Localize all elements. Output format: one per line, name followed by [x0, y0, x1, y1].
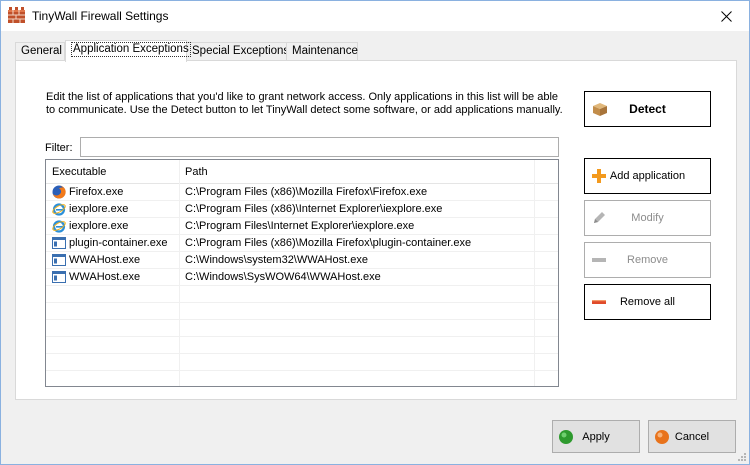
modify-button[interactable]: Modify — [584, 200, 711, 236]
column-header-path[interactable]: Path — [179, 160, 208, 184]
pencil-icon — [594, 212, 605, 223]
close-button[interactable] — [703, 1, 749, 31]
cell-path: C:\Windows\system32\WWAHost.exe — [185, 254, 368, 266]
empty-row — [46, 320, 558, 337]
executable-name: plugin-container.exe — [69, 237, 168, 249]
tab-label: Special Exceptions — [192, 45, 290, 57]
list-header: Executable Path — [46, 160, 558, 184]
tab-special-exceptions[interactable]: Special Exceptions — [186, 42, 290, 61]
empty-row — [46, 354, 558, 371]
cell-path: C:\Program Files (x86)\Mozilla Firefox\p… — [185, 237, 472, 249]
table-row[interactable]: WWAHost.exe C:\Windows\SysWOW64\WWAHost.… — [46, 269, 558, 286]
window-app-icon — [52, 271, 66, 283]
add-application-button[interactable]: Add application — [584, 158, 711, 194]
empty-row — [46, 337, 558, 354]
minus-icon — [592, 258, 606, 262]
cell-executable: iexplore.exe — [52, 201, 128, 217]
tab-maintenance[interactable]: Maintenance — [286, 42, 358, 61]
executable-name: iexplore.exe — [69, 203, 129, 215]
cell-path: C:\Program Files\Internet Explorer\iexpl… — [185, 220, 415, 232]
tab-label: Maintenance — [292, 45, 358, 57]
cell-executable: Firefox.exe — [52, 184, 123, 200]
cell-executable: iexplore.exe — [52, 218, 128, 234]
plus-icon — [592, 169, 606, 183]
executable-name: iexplore.exe — [69, 220, 129, 232]
cell-path: C:\Program Files (x86)\Mozilla Firefox\F… — [185, 186, 428, 198]
detect-label: Detect — [629, 102, 666, 116]
empty-row — [46, 303, 558, 320]
firewall-brick-icon — [8, 7, 25, 23]
internet-explorer-icon — [52, 220, 66, 233]
cell-path: C:\Windows\SysWOW64\WWAHost.exe — [185, 271, 381, 283]
window-app-icon — [52, 237, 66, 249]
tab-application-exceptions[interactable]: Application Exceptions — [65, 40, 191, 62]
box-package-icon — [593, 103, 607, 116]
remove-all-label: Remove all — [619, 296, 676, 308]
cancel-label: Cancel — [674, 430, 710, 443]
filter-label: Filter: — [45, 142, 73, 154]
table-row[interactable]: Firefox.exe C:\Program Files (x86)\Mozil… — [46, 184, 558, 201]
settings-window: TinyWall Firewall Settings General Appli… — [0, 0, 750, 465]
application-list[interactable]: Executable Path Firefox.exe C:\Program F… — [45, 159, 559, 387]
modify-label: Modify — [631, 212, 664, 224]
resize-grip-icon[interactable] — [737, 452, 747, 462]
remove-all-button[interactable]: Remove all — [584, 284, 711, 320]
tab-panel: Edit the list of applications that you'd… — [15, 60, 737, 400]
table-row[interactable]: plugin-container.exe C:\Program Files (x… — [46, 235, 558, 252]
executable-name: WWAHost.exe — [69, 254, 141, 266]
executable-name: WWAHost.exe — [69, 271, 141, 283]
cell-executable: WWAHost.exe — [52, 252, 140, 268]
tab-general[interactable]: General — [15, 42, 65, 61]
table-row[interactable]: WWAHost.exe C:\Windows\system32\WWAHost.… — [46, 252, 558, 269]
table-row[interactable]: iexplore.exe C:\Program Files (x86)\Inte… — [46, 201, 558, 218]
column-header-executable[interactable]: Executable — [46, 160, 106, 184]
green-circle-icon — [559, 430, 573, 444]
tab-label: General — [21, 45, 62, 57]
remove-button[interactable]: Remove — [584, 242, 711, 278]
firefox-icon — [52, 185, 66, 199]
executable-name: Firefox.exe — [69, 186, 124, 198]
description-text: Edit the list of applications that you'd… — [46, 91, 563, 116]
internet-explorer-icon — [52, 203, 66, 216]
remove-label: Remove — [627, 254, 668, 266]
detect-button[interactable]: Detect — [584, 91, 711, 127]
window-title: TinyWall Firewall Settings — [32, 9, 169, 23]
cancel-button[interactable]: Cancel — [648, 420, 736, 453]
tab-label: Application Exceptions — [71, 42, 191, 57]
filter-input[interactable] — [80, 137, 559, 157]
cell-executable: WWAHost.exe — [52, 269, 140, 285]
orange-circle-icon — [655, 430, 669, 444]
title-bar[interactable]: TinyWall Firewall Settings — [1, 1, 749, 31]
cell-path: C:\Program Files (x86)\Internet Explorer… — [185, 203, 443, 215]
empty-row — [46, 286, 558, 303]
table-row[interactable]: iexplore.exe C:\Program Files\Internet E… — [46, 218, 558, 235]
window-app-icon — [52, 254, 66, 266]
cell-executable: plugin-container.exe — [52, 235, 167, 251]
apply-button[interactable]: Apply — [552, 420, 640, 453]
add-application-label: Add application — [609, 170, 686, 182]
close-icon — [720, 10, 732, 22]
remove-all-icon — [592, 300, 606, 304]
apply-label: Apply — [582, 430, 610, 443]
